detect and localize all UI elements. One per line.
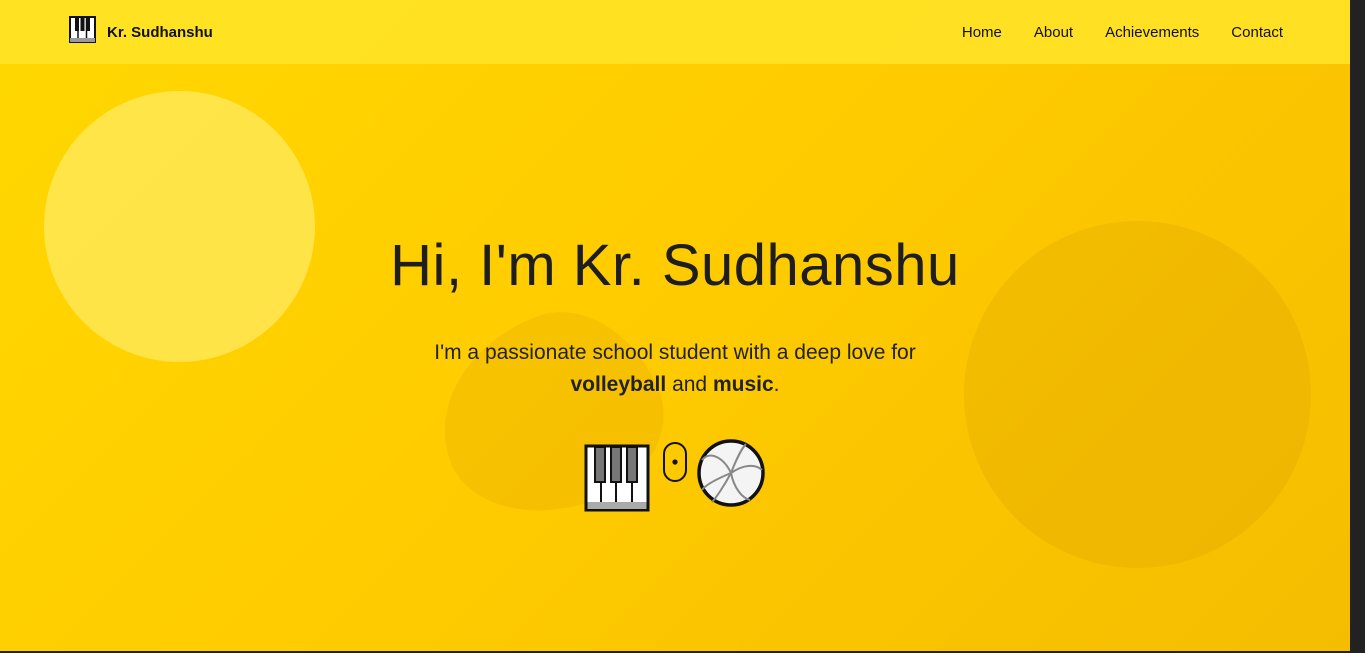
nav-contact[interactable]: Contact (1231, 24, 1283, 41)
piano-icon (584, 444, 650, 512)
hero-section: Hi, I'm Kr. Sudhanshu I'm a passionate s… (0, 0, 1350, 651)
navbar: Kr. Sudhanshu Home About Achievements Co… (0, 0, 1350, 64)
brand-name: Kr. Sudhanshu (107, 23, 213, 41)
hero-icons (584, 438, 774, 514)
piano-icon (69, 16, 96, 48)
hero-subtitle: I'm a passionate school student with a d… (375, 337, 975, 401)
subtitle-text: I'm a passionate school student with a d… (434, 341, 916, 364)
subtitle-connector: and (672, 373, 708, 396)
nav-links: Home About Achievements Contact (962, 24, 1283, 41)
subtitle-end: . (773, 373, 780, 396)
volleyball-icon (697, 439, 765, 507)
highlight-volleyball: volleyball (570, 373, 667, 396)
nav-about[interactable]: About (1034, 24, 1073, 41)
page: Kr. Sudhanshu Home About Achievements Co… (0, 0, 1350, 651)
nav-home[interactable]: Home (962, 24, 1002, 41)
hero-title: Hi, I'm Kr. Sudhanshu (390, 233, 960, 298)
mouse-scroll-icon[interactable] (663, 442, 687, 482)
nav-achievements[interactable]: Achievements (1105, 24, 1199, 41)
highlight-music: music (712, 373, 774, 396)
brand-link[interactable]: Kr. Sudhanshu (69, 16, 213, 48)
